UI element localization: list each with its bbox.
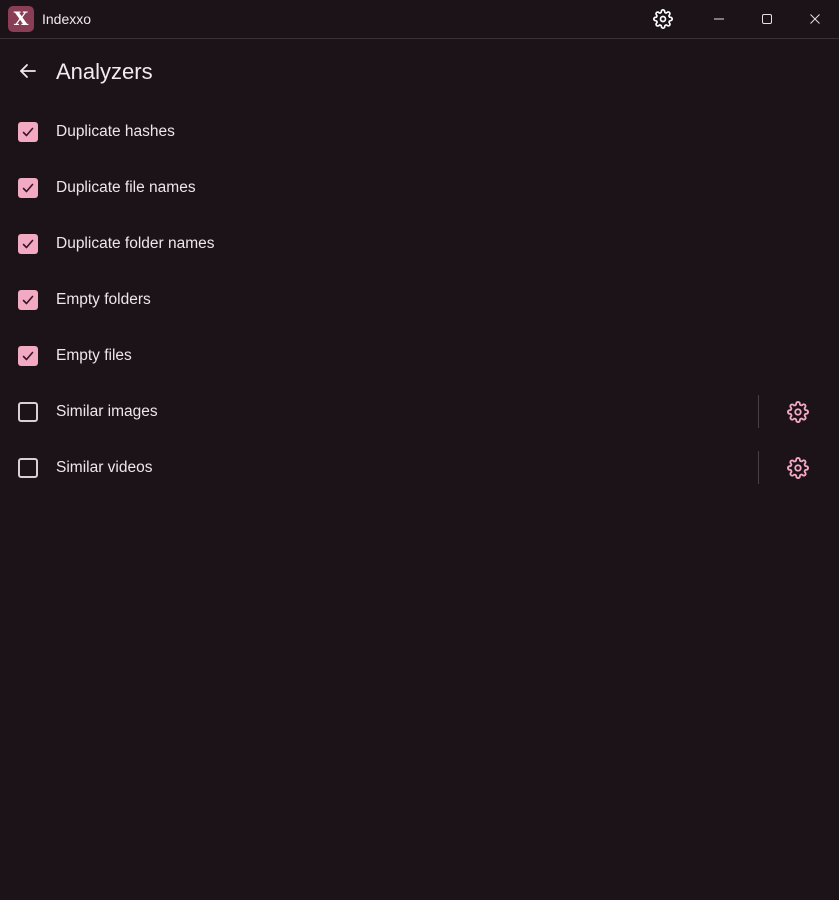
analyzer-label: Duplicate folder names <box>56 235 215 252</box>
analyzer-row[interactable]: Similar videos <box>0 440 839 496</box>
app-logo: X <box>8 6 34 32</box>
analyzer-settings-button[interactable] <box>786 456 810 480</box>
analyzer-checkbox[interactable] <box>18 122 38 142</box>
checkmark-icon <box>22 295 34 305</box>
maximize-icon <box>762 14 772 24</box>
minimize-button[interactable] <box>703 4 735 34</box>
close-button[interactable] <box>799 4 831 34</box>
analyzer-checkbox[interactable] <box>18 290 38 310</box>
back-button[interactable] <box>14 57 42 85</box>
close-icon <box>810 14 820 24</box>
arrow-left-icon <box>20 64 36 78</box>
app-title: Indexxo <box>42 11 92 27</box>
title-bar: X Indexxo <box>0 0 839 39</box>
checkmark-icon <box>22 239 34 249</box>
row-divider <box>758 395 759 428</box>
checkmark-icon <box>22 183 34 193</box>
analyzer-row[interactable]: Empty files <box>0 328 839 384</box>
analyzer-label: Empty files <box>56 347 132 364</box>
analyzer-row[interactable]: Similar images <box>0 384 839 440</box>
page-title: Analyzers <box>56 59 153 84</box>
minimize-icon <box>714 18 724 20</box>
analyzer-label: Duplicate hashes <box>56 123 175 140</box>
analyzer-settings-button[interactable] <box>786 400 810 424</box>
analyzer-label: Similar images <box>56 403 158 420</box>
settings-button[interactable] <box>650 6 676 32</box>
gear-icon <box>653 9 673 29</box>
analyzer-checkbox[interactable] <box>18 178 38 198</box>
checkmark-icon <box>22 127 34 137</box>
analyzer-checkbox[interactable] <box>18 458 38 478</box>
analyzer-row[interactable]: Duplicate file names <box>0 160 839 216</box>
maximize-button[interactable] <box>751 4 783 34</box>
app-logo-letter: X <box>13 7 29 30</box>
row-divider <box>758 451 759 484</box>
gear-icon <box>787 457 809 479</box>
gear-icon <box>787 401 809 423</box>
analyzer-checkbox[interactable] <box>18 402 38 422</box>
analyzer-label: Similar videos <box>56 459 153 476</box>
analyzer-label: Duplicate file names <box>56 179 196 196</box>
analyzer-checkbox[interactable] <box>18 234 38 254</box>
analyzer-label: Empty folders <box>56 291 151 308</box>
analyzer-row[interactable]: Duplicate hashes <box>0 104 839 160</box>
analyzer-row[interactable]: Empty folders <box>0 272 839 328</box>
analyzer-checkbox[interactable] <box>18 346 38 366</box>
checkmark-icon <box>22 351 34 361</box>
analyzer-row[interactable]: Duplicate folder names <box>0 216 839 272</box>
